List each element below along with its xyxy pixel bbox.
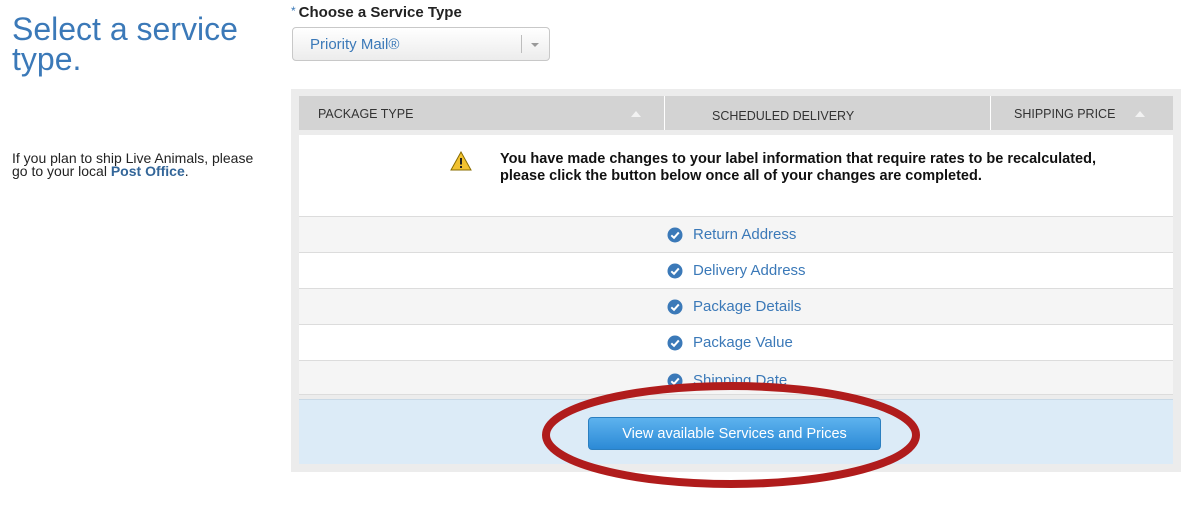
- header-scheduled-delivery[interactable]: SCHEDULED DELIVERY: [666, 96, 991, 130]
- page-title: Select a service type.: [12, 11, 238, 77]
- service-type-label-text: Choose a Service Type: [298, 4, 462, 21]
- list-item: Package Details: [299, 289, 1173, 325]
- return-address-label: Return Address: [693, 226, 797, 243]
- check-circle-icon: [667, 335, 683, 350]
- select-divider: [521, 35, 522, 53]
- header-shipping-price-label: SHIPPING PRICE: [1014, 107, 1116, 121]
- service-type-select[interactable]: Priority Mail®: [292, 27, 550, 61]
- service-type-label: * Choose a Service Type: [291, 4, 462, 21]
- package-details-label: Package Details: [693, 298, 802, 315]
- table-header: PACKAGE TYPE SCHEDULED DELIVERY SHIPPING…: [299, 96, 1173, 130]
- warning-triangle-icon: [450, 151, 472, 171]
- list-item: Package Value: [299, 325, 1173, 361]
- package-details-link[interactable]: Package Details: [667, 298, 801, 315]
- check-circle-icon: [667, 373, 683, 388]
- action-bar: View available Services and Prices: [299, 399, 1173, 464]
- sort-up-icon: [1135, 111, 1145, 117]
- package-value-link[interactable]: Package Value: [667, 334, 793, 351]
- check-circle-icon: [667, 263, 683, 278]
- post-office-link[interactable]: Post Office: [111, 163, 185, 179]
- checklist: Return Address Delivery Address Package …: [299, 217, 1173, 395]
- list-item: Return Address: [299, 217, 1173, 253]
- rates-panel: PACKAGE TYPE SCHEDULED DELIVERY SHIPPING…: [291, 89, 1181, 472]
- header-scheduled-delivery-label: SCHEDULED DELIVERY: [712, 109, 855, 123]
- note-suffix: .: [184, 163, 189, 179]
- view-services-button[interactable]: View available Services and Prices: [588, 417, 881, 450]
- warning-message: You have made changes to your label info…: [500, 151, 1096, 184]
- shipping-date-link[interactable]: Shipping Date: [667, 372, 787, 389]
- check-circle-icon: [667, 227, 683, 242]
- header-shipping-price[interactable]: SHIPPING PRICE: [992, 96, 1173, 130]
- delivery-address-link[interactable]: Delivery Address: [667, 262, 806, 279]
- chevron-down-icon: [531, 43, 539, 47]
- service-type-value: Priority Mail®: [310, 36, 400, 53]
- header-package-type-label: PACKAGE TYPE: [318, 107, 414, 121]
- package-value-label: Package Value: [693, 334, 793, 351]
- live-animals-note: If you plan to ship Live Animals, please…: [12, 151, 272, 179]
- header-package-type[interactable]: PACKAGE TYPE: [299, 96, 665, 130]
- return-address-link[interactable]: Return Address: [667, 226, 796, 243]
- shipping-date-label: Shipping Date: [693, 372, 788, 389]
- sort-up-icon: [631, 111, 641, 117]
- recalculate-warning: You have made changes to your label info…: [299, 135, 1173, 217]
- required-mark: *: [291, 4, 296, 18]
- page: Select a service type. If you plan to sh…: [0, 0, 1200, 511]
- list-item: Delivery Address: [299, 253, 1173, 289]
- list-item: Shipping Date: [299, 361, 1173, 395]
- check-circle-icon: [667, 299, 683, 314]
- delivery-address-label: Delivery Address: [693, 262, 806, 279]
